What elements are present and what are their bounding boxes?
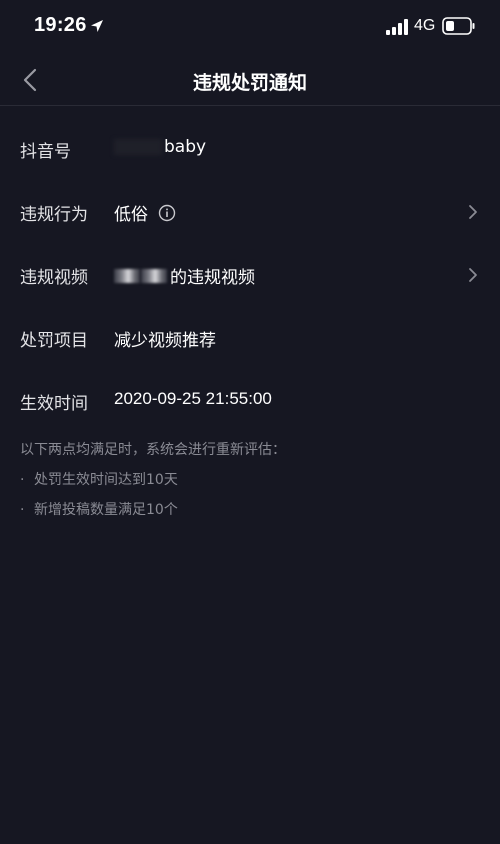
redacted-text bbox=[114, 139, 162, 155]
row-violation-video[interactable]: 违规视频 的违规视频 bbox=[0, 251, 500, 301]
row-violation-type[interactable]: 违规行为 低俗 bbox=[0, 188, 500, 238]
row-value-time: 2020-09-25 21:55:00 bbox=[114, 389, 272, 408]
redacted-text bbox=[141, 268, 167, 283]
location-arrow-icon bbox=[91, 20, 103, 32]
row-value-penalty: 减少视频推荐 bbox=[114, 331, 216, 351]
note-item: · 新增投稿数量满足10个 bbox=[20, 502, 178, 518]
nav-bar: 违规处罚通知 bbox=[0, 54, 500, 106]
status-time: 19:26 bbox=[34, 14, 87, 36]
row-effective-time: 生效时间 2020-09-25 21:55:00 bbox=[0, 377, 500, 427]
row-label: 违规视频 bbox=[20, 268, 88, 288]
row-label: 抖音号 bbox=[20, 142, 71, 162]
row-penalty: 处罚项目 减少视频推荐 bbox=[0, 314, 500, 364]
page-title: 违规处罚通知 bbox=[192, 72, 307, 94]
battery-icon bbox=[442, 17, 475, 35]
chevron-right-icon bbox=[469, 205, 477, 219]
bullet-dot: · bbox=[20, 502, 25, 518]
network-label: 4G bbox=[414, 17, 436, 34]
info-circle-icon[interactable] bbox=[158, 204, 176, 222]
row-value-violation: 低俗 bbox=[114, 200, 176, 225]
row-label: 处罚项目 bbox=[20, 331, 88, 351]
row-label: 违规行为 bbox=[20, 205, 88, 225]
chevron-right-icon bbox=[469, 268, 477, 282]
note-item: · 处罚生效时间达到10天 bbox=[20, 472, 178, 488]
row-value-video: 的违规视频 bbox=[114, 263, 255, 288]
status-bar: 19:26 4G bbox=[0, 0, 500, 54]
redacted-text bbox=[114, 268, 140, 283]
row-value-account: baby bbox=[114, 137, 206, 157]
note-intro: 以下两点均满足时，系统会进行重新评估： bbox=[20, 442, 286, 458]
reevaluation-notes: 以下两点均满足时，系统会进行重新评估： · 处罚生效时间达到10天 · 新增投稿… bbox=[20, 440, 480, 520]
row-account-id: 抖音号 baby bbox=[0, 125, 500, 175]
bullet-dot: · bbox=[20, 472, 25, 488]
row-label: 生效时间 bbox=[20, 394, 88, 414]
signal-bars-icon bbox=[386, 19, 408, 35]
